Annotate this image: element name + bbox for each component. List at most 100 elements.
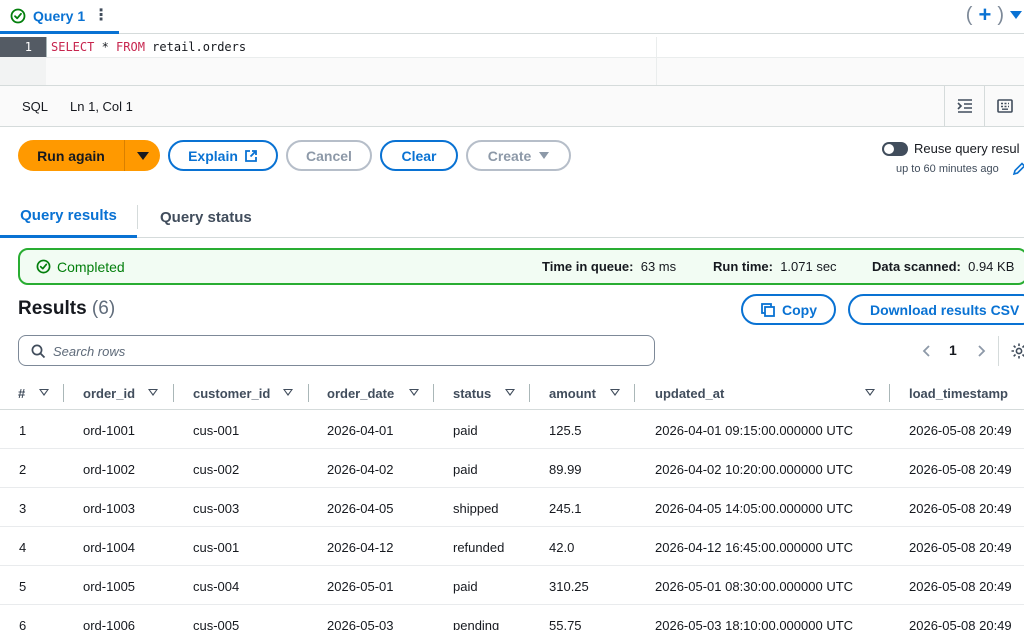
run-time: Run time: 1.071 sec (713, 259, 837, 274)
cell-amount: 310.25 (549, 578, 589, 594)
sql-editor[interactable]: 1 SELECT * FROM retail.orders (0, 37, 1024, 85)
cell-row-number: 6 (19, 617, 27, 630)
search-rows (18, 335, 655, 366)
page-number[interactable]: 1 (949, 342, 957, 358)
pencil-icon[interactable] (1012, 162, 1024, 176)
column-label: order_date (327, 385, 395, 401)
language-indicator: SQL (22, 98, 49, 114)
column-divider[interactable] (173, 384, 174, 402)
data-scanned-label: Data scanned: (872, 259, 961, 274)
cell-updated-at: 2026-04-05 14:05:00.000000 UTC (655, 500, 854, 516)
cell-amount: 55.75 (549, 617, 582, 630)
sort-caret-icon[interactable] (610, 389, 620, 396)
status-badge: Completed (57, 259, 125, 275)
column-header-updated-at[interactable]: updated_at (655, 376, 890, 410)
cell-load-timestamp: 2026-05-08 20:49 (909, 500, 1012, 516)
tab-divider (137, 205, 138, 229)
chevron-left-icon[interactable] (920, 343, 934, 359)
cell-row-number: 4 (19, 539, 27, 555)
column-header-customer-id[interactable]: customer_id (193, 376, 309, 410)
time-in-queue-value: 63 ms (640, 259, 677, 274)
results-count: (6) (91, 298, 116, 319)
column-header-order-id[interactable]: order_id (83, 376, 174, 410)
tab-controls: ( + ) (966, 0, 1024, 30)
chevron-right-icon[interactable] (974, 343, 988, 359)
code-line-1[interactable]: SELECT * FROM retail.orders (46, 37, 1024, 57)
cell-customer-id: cus-004 (193, 578, 240, 594)
cell-amount: 89.99 (549, 461, 582, 477)
table-row[interactable]: 4 ord-1004 cus-001 2026-04-12 refunded 4… (0, 528, 1024, 566)
column-header-order-date[interactable]: order_date (327, 376, 434, 410)
check-circle-icon (10, 8, 26, 23)
cell-row-number: 3 (19, 500, 27, 516)
table-row[interactable]: 6 ord-1006 cus-005 2026-05-03 pending 55… (0, 606, 1024, 630)
column-header-load-timestamp[interactable]: load_timestamp (909, 376, 1008, 410)
column-divider[interactable] (529, 384, 530, 402)
data-scanned: Data scanned: 0.94 KB (872, 259, 1014, 274)
table-row[interactable]: 1 ord-1001 cus-001 2026-04-01 paid 125.5… (0, 411, 1024, 449)
table-row[interactable]: 5 ord-1005 cus-004 2026-05-01 paid 310.2… (0, 567, 1024, 605)
cell-load-timestamp: 2026-05-08 20:49 (909, 461, 1012, 477)
time-in-queue: Time in queue: 63 ms (542, 259, 676, 274)
code-token-star: * (94, 40, 117, 54)
sort-caret-icon[interactable] (505, 389, 515, 396)
run-options-button[interactable] (124, 140, 160, 171)
column-label: customer_id (193, 385, 271, 401)
column-divider[interactable] (63, 384, 64, 402)
caret-down-icon[interactable] (1010, 11, 1022, 19)
clear-button[interactable]: Clear (380, 140, 458, 171)
cell-status: paid (453, 461, 478, 477)
table-row[interactable]: 2 ord-1002 cus-002 2026-04-02 paid 89.99… (0, 450, 1024, 488)
download-results-csv-button[interactable]: Download results CSV (848, 294, 1024, 325)
column-label: # (18, 385, 26, 401)
caret-down-icon (136, 151, 149, 160)
gear-icon[interactable] (1010, 342, 1024, 360)
vertical-ellipsis-icon[interactable]: ⋮ (93, 7, 109, 24)
column-divider[interactable] (634, 384, 635, 402)
column-header-amount[interactable]: amount (549, 376, 635, 410)
data-scanned-value: 0.94 KB (968, 259, 1015, 274)
run-again-button[interactable]: Run again (18, 140, 124, 171)
search-input[interactable] (53, 341, 633, 361)
copy-button[interactable]: Copy (741, 294, 836, 325)
caret-down-icon (539, 152, 550, 159)
cell-amount: 245.1 (549, 500, 582, 516)
plus-icon[interactable]: + (978, 4, 991, 26)
cell-order-id: ord-1006 (83, 617, 136, 630)
create-button[interactable]: Create (466, 140, 571, 171)
results-title: Results (18, 298, 87, 319)
sort-caret-icon[interactable] (865, 389, 875, 396)
format-query-button[interactable] (944, 86, 984, 126)
copy-icon (761, 302, 775, 317)
sort-caret-icon[interactable] (39, 389, 49, 396)
explain-button[interactable]: Explain (168, 140, 278, 171)
tab-query-status[interactable]: Query status (160, 196, 252, 238)
editor-empty-area[interactable] (46, 57, 1024, 85)
cell-customer-id: cus-001 (193, 422, 240, 438)
explain-label: Explain (188, 147, 238, 164)
tab-query-results[interactable]: Query results (0, 196, 137, 238)
reuse-results-toggle[interactable] (882, 142, 908, 156)
cancel-button[interactable]: Cancel (286, 140, 372, 171)
keyboard-shortcuts-button[interactable] (984, 86, 1024, 126)
reuse-query-results: Reuse query resul up to 60 minutes ago (882, 141, 1024, 181)
column-label: amount (549, 385, 596, 401)
column-header-row-number[interactable]: # (18, 376, 64, 410)
cell-customer-id: cus-003 (193, 500, 240, 516)
create-label: Create (487, 147, 532, 164)
cell-load-timestamp: 2026-05-08 20:49 (909, 578, 1012, 594)
sort-caret-icon[interactable] (283, 389, 293, 396)
table-row[interactable]: 3 ord-1003 cus-003 2026-04-05 shipped 24… (0, 489, 1024, 527)
tab-query-1[interactable]: Query 1 ⋮ (0, 0, 120, 34)
column-divider[interactable] (889, 384, 890, 402)
cell-updated-at: 2026-05-01 08:30:00.000000 UTC (655, 578, 854, 594)
sort-caret-icon[interactable] (148, 389, 158, 396)
sort-caret-icon[interactable] (409, 389, 419, 396)
column-divider[interactable] (308, 384, 309, 402)
run-time-label: Run time: (713, 259, 773, 274)
cell-order-id: ord-1002 (83, 461, 136, 477)
column-divider[interactable] (433, 384, 434, 402)
editor-status-bar: SQL Ln 1, Col 1 (0, 85, 1024, 127)
cell-order-date: 2026-04-02 (327, 461, 394, 477)
column-header-status[interactable]: status (453, 376, 530, 410)
